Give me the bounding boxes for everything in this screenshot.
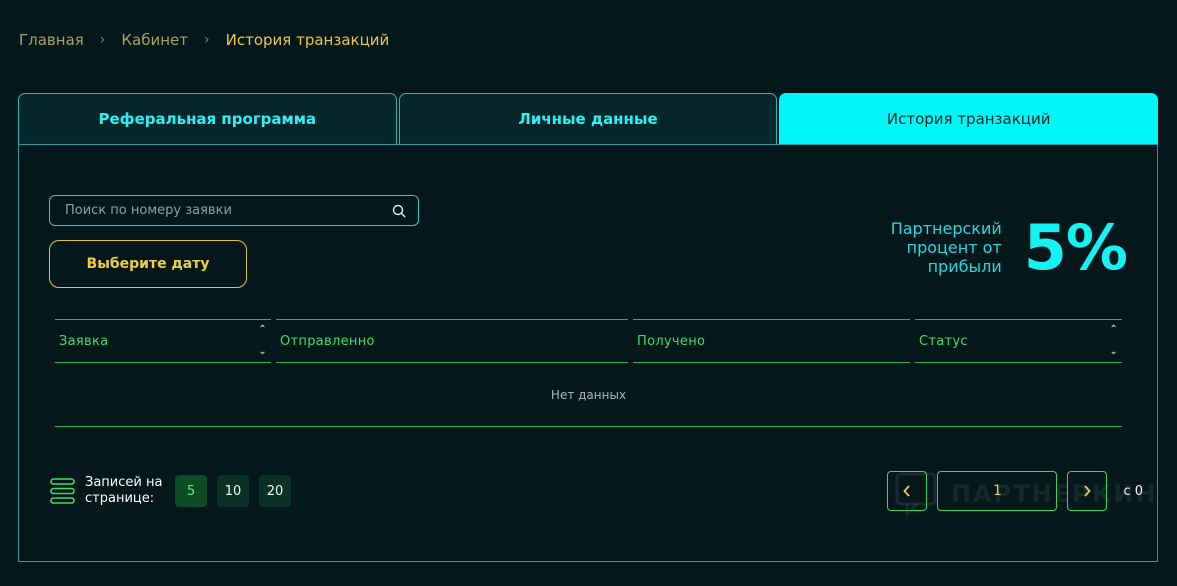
sort-up-icon[interactable]: ⌃: [258, 324, 267, 336]
breadcrumb: Главная › Кабинет › История транзакций: [19, 31, 389, 49]
sort-control[interactable]: ⌃ ⌄: [258, 324, 267, 358]
column-header-status[interactable]: Статус ⌃ ⌄: [915, 319, 1122, 363]
breadcrumb-cabinet[interactable]: Кабинет: [121, 31, 188, 49]
sort-down-icon[interactable]: ⌄: [258, 346, 267, 358]
tab-transaction-history[interactable]: История транзакций: [779, 93, 1159, 144]
per-page-option-20[interactable]: 20: [259, 475, 291, 507]
column-header-order[interactable]: Заявка ⌃ ⌄: [55, 319, 271, 363]
records-per-page: Записей на странице: 5 10 20: [50, 475, 301, 507]
chevron-right-icon: ›: [99, 32, 106, 48]
chevron-right-icon: ›: [204, 32, 210, 48]
search-icon[interactable]: [392, 204, 406, 218]
watermark: ПАРТНЕРКИН: [895, 472, 1157, 516]
partner-percent-label: Партнерский процент от прибыли: [882, 219, 1002, 276]
column-header-received[interactable]: Получено: [633, 319, 910, 363]
breadcrumb-current: История транзакций: [225, 31, 390, 49]
table-header: Заявка ⌃ ⌄ Отправленно Получено Статус ⌃…: [55, 319, 1122, 363]
column-header-label: Получено: [637, 333, 706, 349]
column-header-label: Статус: [919, 333, 968, 349]
breadcrumb-home[interactable]: Главная: [19, 31, 84, 49]
stack-icon: [50, 478, 75, 504]
per-page-option-10[interactable]: 10: [217, 475, 249, 507]
partner-percent: Партнерский процент от прибыли 5%: [882, 211, 1128, 284]
partner-percent-value: 5%: [1023, 211, 1128, 284]
search-input[interactable]: [65, 203, 392, 218]
sort-up-icon[interactable]: ⌃: [1109, 324, 1118, 336]
search-box: [49, 195, 419, 226]
column-header-label: Отправленно: [280, 333, 375, 349]
tab-bar: Реферальная программа Личные данные Исто…: [18, 93, 1159, 144]
watermark-text: ПАРТНЕРКИН: [951, 480, 1158, 508]
select-date-button[interactable]: Выберите дату: [49, 240, 247, 288]
column-header-sent[interactable]: Отправленно: [276, 319, 628, 363]
sort-down-icon[interactable]: ⌄: [1109, 346, 1118, 358]
per-page-option-5[interactable]: 5: [175, 475, 207, 507]
tab-referral-program[interactable]: Реферальная программа: [18, 93, 397, 144]
logo-icon: [895, 472, 937, 516]
per-page-label: Записей на странице:: [85, 475, 163, 506]
empty-table-message: Нет данных: [55, 363, 1122, 427]
tab-personal-data[interactable]: Личные данные: [398, 93, 778, 144]
partner-percent-label-text: Партнерский процент от прибыли: [890, 219, 1002, 276]
sort-control[interactable]: ⌃ ⌄: [1109, 324, 1118, 358]
column-header-label: Заявка: [59, 333, 109, 349]
